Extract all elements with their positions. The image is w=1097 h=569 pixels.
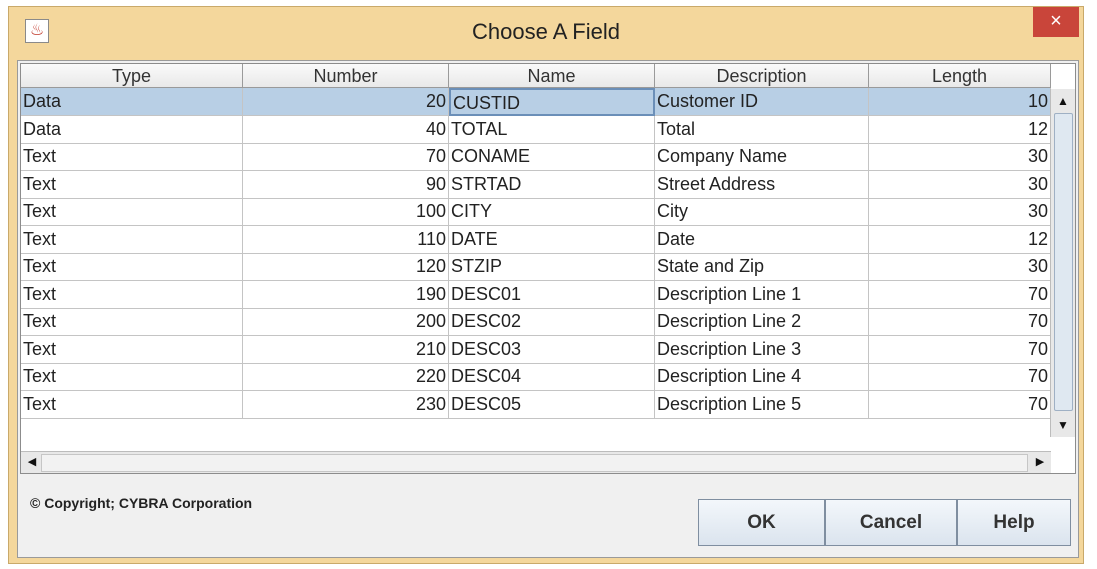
cell-description[interactable]: Date — [655, 225, 869, 254]
cell-name[interactable]: DESC05 — [449, 390, 655, 419]
cell-type[interactable]: Text — [21, 143, 243, 171]
cell-length[interactable]: 70 — [869, 308, 1051, 336]
table-row[interactable]: Text 70 CONAME Company Name 30 — [21, 143, 1051, 171]
cell-name[interactable]: STRTAD — [449, 170, 655, 199]
vertical-scrollbar[interactable]: ▲ ▼ — [1050, 89, 1075, 437]
cell-name[interactable]: DATE — [449, 225, 655, 254]
horizontal-scroll-thumb[interactable] — [41, 454, 1028, 472]
cancel-button[interactable]: Cancel — [825, 499, 957, 546]
cell-length[interactable]: 70 — [869, 335, 1051, 364]
cell-type[interactable]: Text — [21, 390, 243, 419]
cell-number[interactable]: 110 — [243, 225, 449, 254]
cell-length[interactable]: 12 — [869, 115, 1051, 144]
window-title: Choose A Field — [472, 19, 620, 44]
cell-length[interactable]: 70 — [869, 280, 1051, 309]
table-row[interactable]: Text 120 STZIP State and Zip 30 — [21, 253, 1051, 281]
cell-length[interactable]: 12 — [869, 225, 1051, 254]
table-row[interactable]: Text 100 CITY City 30 — [21, 198, 1051, 226]
vertical-scroll-thumb[interactable] — [1054, 113, 1073, 411]
close-icon: × — [1050, 10, 1062, 32]
title-bar[interactable]: ♨ Choose A Field × — [9, 7, 1083, 59]
cell-length[interactable]: 70 — [869, 390, 1051, 419]
dialog-window: ♨ Choose A Field × Type Number Name Desc… — [8, 6, 1084, 564]
cell-type[interactable]: Text — [21, 280, 243, 309]
cell-description[interactable]: Customer ID — [655, 88, 869, 116]
close-button[interactable]: × — [1033, 7, 1079, 37]
cell-number[interactable]: 210 — [243, 335, 449, 364]
table-row[interactable]: Data 20 CUSTID Customer ID 10 — [21, 88, 1051, 116]
cell-name[interactable]: CITY — [449, 198, 655, 226]
table-body: Data 20 CUSTID Customer ID 10 Data 40 TO… — [21, 88, 1051, 419]
table-row[interactable]: Data 40 TOTAL Total 12 — [21, 115, 1051, 144]
copyright-text: © Copyright; CYBRA Corporation — [30, 495, 253, 511]
cell-type[interactable]: Text — [21, 170, 243, 199]
cell-number[interactable]: 20 — [243, 88, 449, 116]
cell-name[interactable]: DESC03 — [449, 335, 655, 364]
table-row[interactable]: Text 110 DATE Date 12 — [21, 225, 1051, 254]
cell-number[interactable]: 70 — [243, 143, 449, 171]
cell-number[interactable]: 100 — [243, 198, 449, 226]
cell-description[interactable]: Description Line 3 — [655, 335, 869, 364]
table-header: Type Number Name Description Length — [21, 64, 1051, 88]
cell-description[interactable]: Description Line 5 — [655, 390, 869, 419]
cell-description[interactable]: City — [655, 198, 869, 226]
cell-number[interactable]: 90 — [243, 170, 449, 199]
scroll-right-icon[interactable]: ▶ — [1031, 452, 1049, 473]
cell-length[interactable]: 30 — [869, 253, 1051, 281]
cell-number[interactable]: 40 — [243, 115, 449, 144]
cell-number[interactable]: 120 — [243, 253, 449, 281]
help-button[interactable]: Help — [957, 499, 1071, 546]
cell-length[interactable]: 30 — [869, 198, 1051, 226]
scroll-left-icon[interactable]: ◀ — [23, 452, 41, 473]
cell-name[interactable]: STZIP — [449, 253, 655, 281]
cell-type[interactable]: Text — [21, 335, 243, 364]
table-row[interactable]: Text 220 DESC04 Description Line 4 70 — [21, 363, 1051, 391]
table-row[interactable]: Text 210 DESC03 Description Line 3 70 — [21, 335, 1051, 364]
cell-description[interactable]: Description Line 1 — [655, 280, 869, 309]
column-header-number[interactable]: Number — [243, 64, 449, 88]
fields-table: Type Number Name Description Length Data… — [20, 63, 1076, 474]
table-row[interactable]: Text 200 DESC02 Description Line 2 70 — [21, 308, 1051, 336]
cell-number[interactable]: 200 — [243, 308, 449, 336]
table-row[interactable]: Text 230 DESC05 Description Line 5 70 — [21, 390, 1051, 419]
horizontal-scrollbar[interactable]: ◀ ▶ — [21, 451, 1051, 473]
cell-description[interactable]: Total — [655, 115, 869, 144]
ok-button[interactable]: OK — [698, 499, 825, 546]
column-header-name[interactable]: Name — [449, 64, 655, 88]
cell-description[interactable]: Street Address — [655, 170, 869, 199]
table-row[interactable]: Text 90 STRTAD Street Address 30 — [21, 170, 1051, 199]
cell-name[interactable]: CONAME — [449, 143, 655, 171]
cell-name[interactable]: CUSTID — [449, 88, 655, 116]
cell-length[interactable]: 70 — [869, 363, 1051, 391]
cell-type[interactable]: Data — [21, 88, 243, 116]
cell-number[interactable]: 220 — [243, 363, 449, 391]
cell-length[interactable]: 30 — [869, 170, 1051, 199]
cell-type[interactable]: Data — [21, 115, 243, 144]
cell-name[interactable]: DESC04 — [449, 363, 655, 391]
cell-type[interactable]: Text — [21, 225, 243, 254]
cell-type[interactable]: Text — [21, 363, 243, 391]
column-header-type[interactable]: Type — [21, 64, 243, 88]
cell-type[interactable]: Text — [21, 308, 243, 336]
cell-length[interactable]: 10 — [869, 88, 1051, 116]
cell-length[interactable]: 30 — [869, 143, 1051, 171]
table-row[interactable]: Text 190 DESC01 Description Line 1 70 — [21, 280, 1051, 309]
cell-name[interactable]: DESC01 — [449, 280, 655, 309]
cell-description[interactable]: State and Zip — [655, 253, 869, 281]
cell-type[interactable]: Text — [21, 198, 243, 226]
cell-name[interactable]: DESC02 — [449, 308, 655, 336]
column-header-description[interactable]: Description — [655, 64, 869, 88]
cell-description[interactable]: Company Name — [655, 143, 869, 171]
cell-description[interactable]: Description Line 4 — [655, 363, 869, 391]
dialog-client: Type Number Name Description Length Data… — [17, 60, 1079, 558]
cell-description[interactable]: Description Line 2 — [655, 308, 869, 336]
column-header-length[interactable]: Length — [869, 64, 1051, 88]
scroll-down-icon[interactable]: ▼ — [1051, 413, 1075, 437]
scroll-up-icon[interactable]: ▲ — [1051, 89, 1075, 113]
cell-number[interactable]: 190 — [243, 280, 449, 309]
cell-name[interactable]: TOTAL — [449, 115, 655, 144]
cell-number[interactable]: 230 — [243, 390, 449, 419]
cell-type[interactable]: Text — [21, 253, 243, 281]
